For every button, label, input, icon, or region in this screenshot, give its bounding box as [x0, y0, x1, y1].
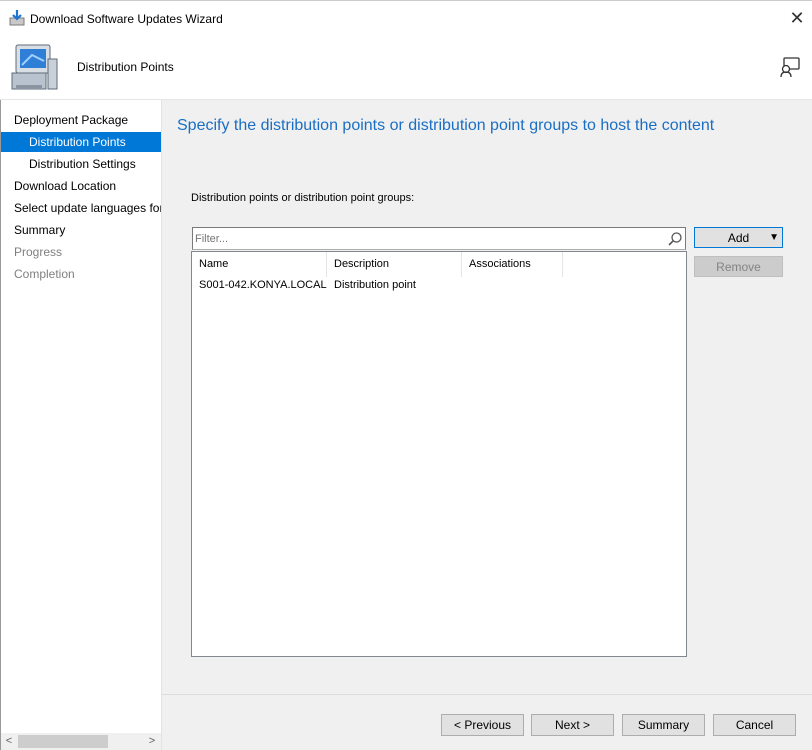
computer-icon [11, 44, 58, 90]
help-icon[interactable] [779, 56, 801, 78]
wizard-footer: < Previous Next > Summary Cancel [162, 694, 812, 750]
sidebar-item-distribution-settings[interactable]: Distribution Settings [1, 154, 161, 174]
close-icon: ✕ [789, 7, 805, 28]
scroll-thumb[interactable] [18, 735, 108, 748]
previous-button[interactable]: < Previous [441, 714, 524, 736]
row-cell-associations [462, 275, 563, 295]
close-button[interactable]: ✕ [786, 7, 808, 29]
distribution-points-list[interactable]: Name Description Associations S001-042.K… [191, 251, 687, 657]
distribution-points-label: Distribution points or distribution poin… [191, 192, 415, 204]
remove-button-label: Remove [716, 259, 761, 274]
sidebar-item-summary[interactable]: Summary [1, 220, 161, 240]
filter-box[interactable] [192, 227, 686, 250]
row-cell-description: Distribution point [334, 279, 416, 291]
title-bar: Download Software Updates Wizard ✕ [0, 0, 812, 36]
add-button-label: Add [727, 230, 750, 245]
filter-input[interactable] [195, 230, 665, 247]
column-header-name[interactable]: Name [192, 252, 327, 277]
sidebar-item-deployment-package[interactable]: Deployment Package [1, 110, 161, 130]
column-header-description[interactable]: Description [327, 252, 462, 277]
wizard-steps-sidebar: Deployment Package Distribution Points D… [0, 100, 162, 750]
sidebar-item-distribution-points[interactable]: Distribution Points [1, 132, 161, 152]
sidebar-item-download-location[interactable]: Download Location [1, 176, 161, 196]
content-panel: Specify the distribution points or distr… [162, 100, 812, 694]
scroll-left-icon[interactable]: < [3, 734, 15, 749]
dropdown-arrow-icon: ▼ [769, 232, 779, 243]
wizard-header: Distribution Points [0, 36, 812, 100]
summary-button[interactable]: Summary [622, 714, 705, 736]
row-cell-name: S001-042.KONYA.LOCAL [199, 279, 327, 291]
page-name: Distribution Points [77, 60, 174, 74]
download-wizard-icon [9, 10, 25, 26]
window-title: Download Software Updates Wizard [30, 12, 223, 26]
scroll-right-icon[interactable]: > [146, 734, 158, 749]
sidebar-item-select-update-languages[interactable]: Select update languages for [1, 198, 161, 218]
sidebar-item-completion: Completion [14, 267, 75, 281]
add-button[interactable]: Add ▼ [694, 227, 783, 248]
sidebar-horizontal-scrollbar[interactable]: < > [1, 733, 161, 750]
sidebar-item-progress: Progress [14, 245, 63, 259]
remove-button: Remove [694, 256, 783, 277]
column-header-associations[interactable]: Associations [462, 252, 563, 277]
next-button[interactable]: Next > [531, 714, 614, 736]
page-heading: Specify the distribution points or distr… [177, 117, 715, 134]
cancel-button[interactable]: Cancel [713, 714, 796, 736]
search-icon[interactable] [667, 231, 683, 247]
